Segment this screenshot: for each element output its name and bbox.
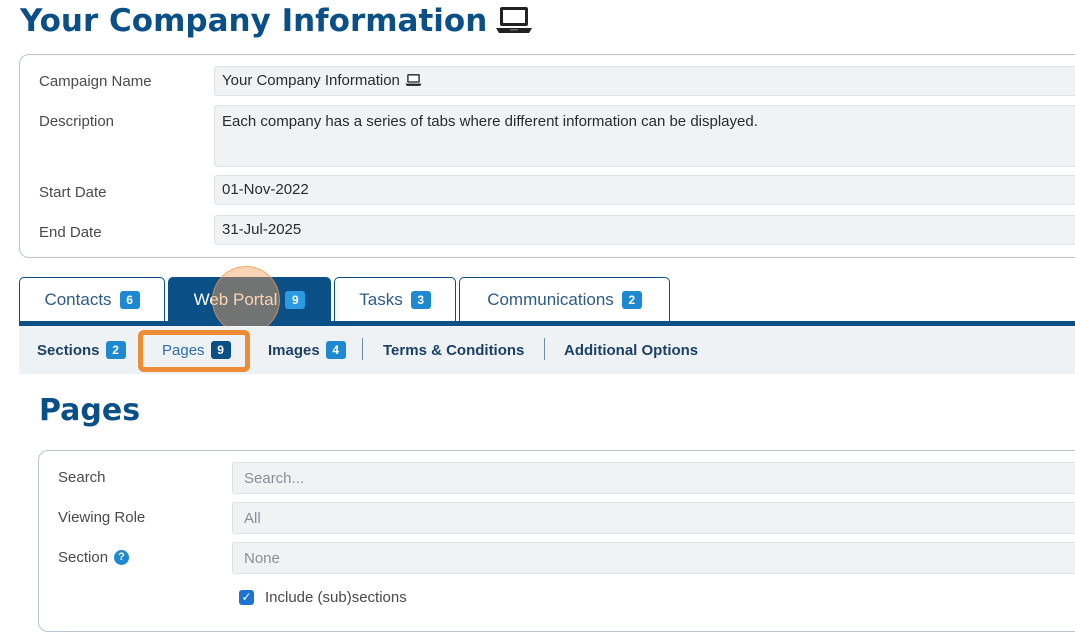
subnav-label: Images — [268, 341, 320, 359]
count-badge: 6 — [119, 290, 140, 309]
tab-label: Web Portal — [193, 289, 278, 309]
subnav-pages[interactable]: Pages 9 — [162, 326, 231, 374]
count-badge: 2 — [105, 341, 126, 359]
include-subsections-label: Include (sub)sections — [265, 589, 407, 606]
subnav-label: Additional Options — [564, 341, 699, 359]
search-label: Search — [58, 469, 106, 486]
page-title: Your Company Information — [20, 2, 533, 44]
campaign-name-label: Campaign Name — [39, 73, 152, 90]
campaign-name-field[interactable]: Your Company Information — [214, 66, 1075, 96]
viewing-role-select[interactable]: All — [232, 502, 1075, 534]
include-subsections-row: ✓ Include (sub)sections — [239, 589, 407, 606]
sub-navigation: Sections 2 Pages 9 Images 4 Terms & Cond… — [19, 326, 1075, 374]
help-icon[interactable]: ? — [114, 550, 130, 565]
tab-label: Contacts — [44, 289, 112, 309]
subnav-divider — [544, 338, 545, 360]
subnav-label: Terms & Conditions — [383, 341, 525, 359]
campaign-details-card: Campaign Name Your Company Information D… — [19, 54, 1075, 258]
tab-label: Communications — [487, 289, 614, 309]
subnav-label: Sections — [37, 341, 100, 359]
description-label: Description — [39, 113, 115, 130]
search-input[interactable]: Search... — [232, 462, 1075, 494]
include-subsections-checkbox[interactable]: ✓ — [239, 590, 254, 605]
subnav-additional-options[interactable]: Additional Options — [564, 326, 698, 374]
count-badge: 9 — [210, 341, 231, 359]
count-badge: 9 — [285, 290, 306, 309]
start-date-label: Start Date — [39, 184, 107, 201]
viewing-role-label: Viewing Role — [58, 509, 146, 526]
tab-web-portal[interactable]: Web Portal 9 — [168, 277, 331, 321]
section-label: Section ? — [58, 549, 130, 566]
section-label-text: Section — [58, 549, 109, 566]
tab-tasks[interactable]: Tasks 3 — [334, 277, 456, 321]
subnav-sections[interactable]: Sections 2 — [37, 326, 126, 374]
count-badge: 2 — [621, 290, 642, 309]
end-date-field[interactable]: 31-Jul-2025 — [214, 215, 1075, 245]
count-badge: 3 — [410, 290, 431, 309]
section-select[interactable]: None — [232, 542, 1075, 574]
laptop-icon — [495, 5, 533, 44]
pages-filter-card: Search Search... Viewing Role All Sectio… — [38, 450, 1075, 632]
tab-contacts[interactable]: Contacts 6 — [19, 277, 165, 321]
start-date-field[interactable]: 01-Nov-2022 — [214, 175, 1075, 205]
subnav-divider — [362, 338, 363, 360]
subnav-terms-conditions[interactable]: Terms & Conditions — [383, 326, 524, 374]
end-date-label: End Date — [39, 224, 102, 241]
section-title: Pages — [39, 393, 141, 428]
subnav-label: Pages — [162, 341, 205, 359]
laptop-icon — [405, 73, 422, 91]
subnav-images[interactable]: Images 4 — [268, 326, 346, 374]
tab-communications[interactable]: Communications 2 — [459, 277, 670, 321]
count-badge: 4 — [325, 341, 346, 359]
description-field[interactable]: Each company has a series of tabs where … — [214, 105, 1075, 167]
tab-label: Tasks — [359, 289, 403, 309]
